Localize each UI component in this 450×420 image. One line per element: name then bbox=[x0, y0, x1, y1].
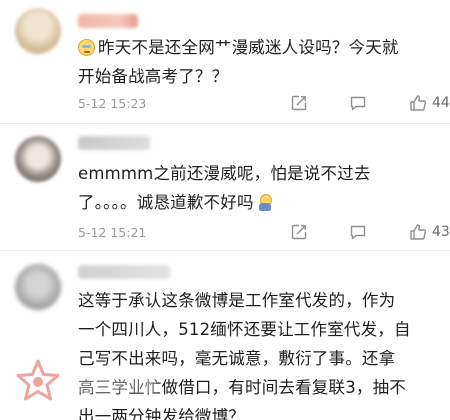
share-icon[interactable] bbox=[290, 94, 308, 112]
avatar[interactable] bbox=[15, 136, 61, 182]
comment-text: emmmm之前还漫威呢，怕是说不过去 了。。。。诚恳道歉不好吗 bbox=[78, 159, 432, 217]
comment-line: 了。。。。诚恳道歉不好吗 bbox=[78, 188, 432, 217]
comment-line: 昨天不是还全网艹漫威迷人设吗？今天就 bbox=[78, 33, 432, 62]
comment-meta: 5-12 15:23 447 bbox=[78, 94, 450, 114]
comment-item: 昨天不是还全网艹漫威迷人设吗？今天就 开始备战高考了？？ 5-12 15:23 … bbox=[0, 0, 450, 123]
username-blurred[interactable] bbox=[78, 14, 138, 28]
comment-item: emmmm之前还漫威呢，怕是说不过去 了。。。。诚恳道歉不好吗 5-12 15:… bbox=[0, 123, 450, 250]
timestamp: 5-12 15:23 bbox=[78, 96, 147, 111]
comment-line: 一个四川人，512缅怀还要让工作室代发，自 bbox=[78, 320, 411, 339]
comment-line: 开始备战高考了？？ bbox=[78, 67, 229, 86]
username-blurred[interactable] bbox=[78, 136, 150, 150]
like-count: 432 bbox=[432, 224, 450, 240]
star-logo-icon bbox=[16, 359, 156, 401]
comment-icon[interactable] bbox=[349, 223, 367, 241]
username-blurred[interactable] bbox=[78, 265, 170, 279]
thumbs-up-icon[interactable] bbox=[409, 223, 427, 241]
avatar[interactable] bbox=[15, 8, 61, 54]
like-count: 447 bbox=[432, 95, 450, 111]
comment-line: emmmm之前还漫威呢，怕是说不过去 bbox=[78, 164, 371, 183]
comment-meta: 5-12 15:21 432 bbox=[78, 223, 450, 243]
thumbs-up-icon[interactable] bbox=[409, 94, 427, 112]
avatar[interactable] bbox=[15, 264, 61, 310]
timestamp: 5-12 15:21 bbox=[78, 225, 147, 240]
sorry-bow-icon bbox=[258, 194, 272, 211]
share-icon[interactable] bbox=[290, 223, 308, 241]
comment-text: 昨天不是还全网艹漫威迷人设吗？今天就 开始备战高考了？？ bbox=[78, 33, 432, 91]
sweat-face-icon bbox=[78, 39, 95, 56]
comment-icon[interactable] bbox=[349, 94, 367, 112]
watermark-logo bbox=[14, 357, 164, 409]
comment-line: 这等于承认这条微博是工作室代发的，作为 bbox=[78, 291, 396, 310]
